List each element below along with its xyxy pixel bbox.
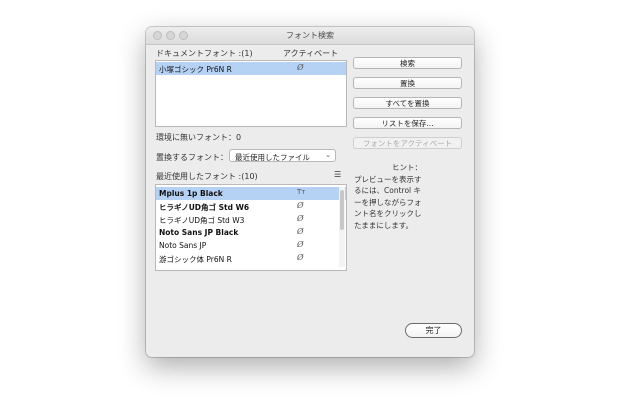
search-button[interactable]: 検索 <box>353 57 462 69</box>
done-button[interactable]: 完了 <box>405 323 462 338</box>
window-title: フォント検索 <box>286 31 334 40</box>
font-name: Noto Sans JP Black <box>159 228 239 237</box>
opentype-font-icon: Ø <box>297 253 304 262</box>
opentype-font-icon: Ø <box>297 227 304 236</box>
font-search-dialog: フォント検索 ドキュメントフォント :(1) アクティベート 小塚ゴシック Pr… <box>146 27 474 357</box>
document-fonts-label: ドキュメントフォント :(1) <box>156 49 253 58</box>
document-fonts-list[interactable]: 小塚ゴシック Pr6N R Ø <box>155 60 347 127</box>
list-item[interactable]: 游ゴシック体 Pr6N R Ø <box>156 252 346 265</box>
list-scrollbar[interactable] <box>339 187 345 267</box>
scrollbar-thumb[interactable] <box>340 190 344 230</box>
hint-line: プレビューを表示す <box>354 174 422 184</box>
list-item[interactable]: 小塚ゴシック Pr6N R Ø <box>156 62 346 75</box>
list-item[interactable]: Noto Sans JP Ø <box>156 239 346 252</box>
hint-text: ヒント： プレビューを表示す るには、Control キ ーを押しながらフォ ン… <box>354 162 460 231</box>
missing-fonts-label: 環境に無いフォント：0 <box>156 133 242 142</box>
font-name: Noto Sans JP <box>159 241 207 250</box>
truetype-font-icon: Tт <box>297 188 306 196</box>
activate-column-header: アクティベート <box>283 49 339 58</box>
save-list-button[interactable]: リストを保存... <box>353 117 462 129</box>
list-options-icon[interactable]: ☰ <box>334 170 341 179</box>
replace-source-value: 最近使用したファイル <box>235 152 310 162</box>
replace-source-select[interactable]: 最近使用したファイル ⌄ <box>229 149 336 162</box>
replace-button[interactable]: 置換 <box>353 77 462 89</box>
font-name: 小塚ゴシック Pr6N R <box>159 65 232 74</box>
opentype-font-icon: Ø <box>297 63 304 72</box>
list-item[interactable]: ヒラギノUD角ゴ Std W6 Ø <box>156 200 346 213</box>
opentype-font-icon: Ø <box>297 201 304 210</box>
recent-fonts-list[interactable]: Mplus 1p Black Tт ヒラギノUD角ゴ Std W6 Ø ヒラギノ… <box>155 184 347 271</box>
list-item[interactable]: Mplus 1p Black Tт <box>156 187 346 200</box>
hint-line: たままにします。 <box>354 220 414 230</box>
activate-font-button[interactable]: フォントをアクティベート <box>353 137 462 149</box>
replace-font-label: 置換するフォント： <box>156 153 228 162</box>
chevron-down-icon: ⌄ <box>325 151 331 159</box>
hint-title: ヒント： <box>392 163 422 172</box>
opentype-font-icon: Ø <box>297 240 304 249</box>
recent-fonts-label: 最近使用したフォント :(10) <box>156 172 258 181</box>
list-item[interactable]: Noto Sans JP Black Ø <box>156 226 346 239</box>
replace-all-button[interactable]: すべてを置換 <box>353 97 462 109</box>
hint-line: るには、Control キ <box>354 186 421 195</box>
font-name: Mplus 1p Black <box>159 189 223 198</box>
titlebar: フォント検索 <box>146 27 474 45</box>
font-name: ヒラギノUD角ゴ Std W3 <box>159 216 245 225</box>
opentype-font-icon: Ø <box>297 214 304 223</box>
list-item[interactable]: ヒラギノUD角ゴ Std W3 Ø <box>156 213 346 226</box>
font-name: ヒラギノUD角ゴ Std W6 <box>159 203 250 212</box>
font-name: 游ゴシック体 Pr6N R <box>159 255 232 264</box>
hint-line: ント名をクリックし <box>354 209 422 218</box>
hint-line: ーを押しながらフォ <box>354 197 422 207</box>
